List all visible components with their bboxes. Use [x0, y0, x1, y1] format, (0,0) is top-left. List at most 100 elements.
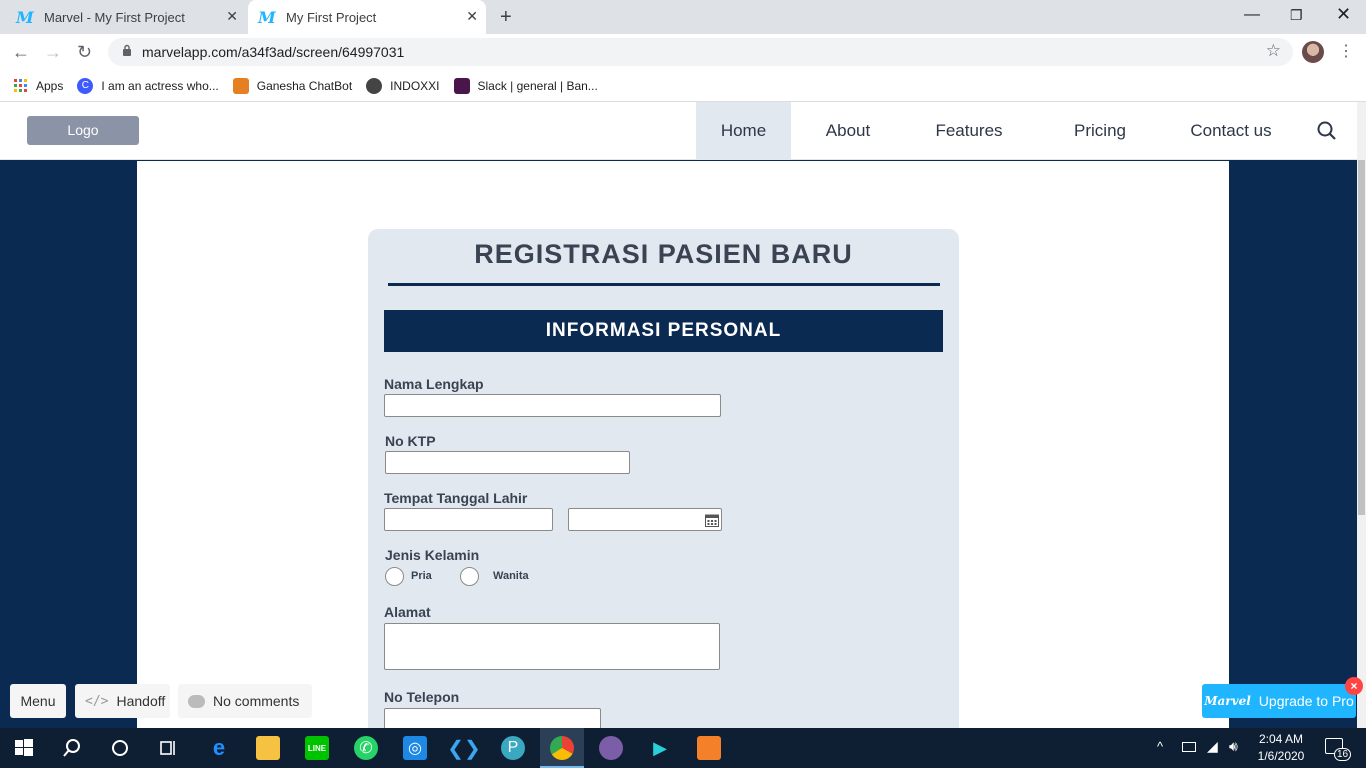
- profile-avatar[interactable]: [1302, 41, 1324, 63]
- instagram-icon[interactable]: ◎: [403, 736, 427, 760]
- tempat-lahir-input[interactable]: [384, 508, 553, 531]
- upgrade-to-pro-button[interactable]: Marvel Upgrade to Pro: [1202, 684, 1356, 718]
- windows-taskbar: e LINE ✆ ◎ ❮❯ P ▶ ^ ◢ 🔊︎ 2:04 AM 1/6/202…: [0, 728, 1366, 768]
- label-nama-lengkap: Nama Lengkap: [384, 376, 484, 392]
- clock[interactable]: 2:04 AM 1/6/2020: [1255, 731, 1307, 765]
- bookmark-indoxxi[interactable]: INDOXXI: [366, 77, 440, 94]
- label-alamat: Alamat: [384, 604, 431, 620]
- tab-title: My First Project: [286, 9, 377, 25]
- omnibox[interactable]: marvelapp.com/a34f3ad/screen/64997031 ☆: [108, 38, 1293, 66]
- bookmark-slack[interactable]: Slack | general | Ban...: [453, 77, 598, 94]
- alamat-textarea[interactable]: [384, 623, 720, 670]
- tab-title: Marvel - My First Project: [44, 9, 185, 25]
- page-scrollbar[interactable]: [1357, 102, 1366, 728]
- xampp-icon[interactable]: [697, 736, 721, 760]
- registration-form: REGISTRASI PASIEN BARU INFORMASI PERSONA…: [368, 229, 959, 728]
- restore-icon[interactable]: ❐: [1290, 7, 1303, 24]
- notification-count: 16: [1334, 748, 1352, 761]
- app-cat-icon[interactable]: [599, 736, 623, 760]
- edge-icon[interactable]: e: [207, 735, 231, 760]
- file-explorer-icon[interactable]: [256, 736, 280, 760]
- handoff-button[interactable]: </> Handoff: [75, 684, 170, 718]
- bookmark-label: I am an actress who...: [101, 78, 219, 93]
- wifi-icon[interactable]: ◢: [1207, 738, 1218, 755]
- label-no-ktp: No KTP: [385, 433, 436, 449]
- task-view-icon[interactable]: [156, 736, 180, 760]
- bookmark-star-icon[interactable]: ☆: [1266, 41, 1281, 61]
- tab-my-first-project[interactable]: M My First Project ✕: [248, 0, 486, 34]
- app-p-icon[interactable]: P: [501, 736, 525, 760]
- handoff-label: Handoff: [116, 693, 166, 709]
- no-ktp-input[interactable]: [385, 451, 630, 474]
- c-icon: C: [77, 77, 94, 94]
- windows-start-icon[interactable]: [12, 736, 36, 760]
- bookmark-label: INDOXXI: [390, 78, 440, 93]
- marvel-favicon-icon: M: [258, 7, 276, 27]
- nav-contact-us[interactable]: Contact us: [1170, 102, 1292, 160]
- radio-pria-label: Pria: [411, 570, 432, 582]
- globe-icon: [366, 77, 383, 94]
- browser-tab-strip: M Marvel - My First Project ✕ M My First…: [0, 0, 1366, 34]
- nav-home[interactable]: Home: [696, 102, 791, 160]
- vscode-icon[interactable]: ❮❯: [447, 736, 481, 760]
- new-tab-icon[interactable]: +: [500, 6, 512, 29]
- search-icon[interactable]: [60, 736, 84, 760]
- clock-date: 1/6/2020: [1257, 749, 1305, 763]
- battery-icon[interactable]: [1182, 742, 1196, 752]
- bookmark-ganesha[interactable]: Ganesha ChatBot: [232, 77, 352, 94]
- nama-lengkap-input[interactable]: [384, 394, 721, 417]
- bookmark-apps[interactable]: Apps: [14, 78, 64, 93]
- calendar-icon[interactable]: [705, 513, 719, 527]
- bookmark-label: Apps: [36, 78, 64, 93]
- cortana-icon[interactable]: [108, 736, 132, 760]
- label-tempat-tanggal-lahir: Tempat Tanggal Lahir: [384, 490, 528, 506]
- code-icon: </>: [85, 693, 109, 709]
- radio-pria[interactable]: [385, 567, 404, 586]
- chrome-icon[interactable]: [550, 736, 574, 760]
- nav-pricing[interactable]: Pricing: [1050, 102, 1150, 160]
- radio-wanita-label: Wanita: [493, 570, 529, 582]
- comments-label: No comments: [213, 693, 300, 709]
- apps-grid-icon: [14, 78, 27, 92]
- reload-icon[interactable]: ↻: [77, 42, 92, 63]
- back-icon[interactable]: ←: [12, 42, 30, 63]
- bookmarks-bar: Apps C I am an actress who... Ganesha Ch…: [0, 70, 1366, 102]
- browser-menu-icon[interactable]: ⋮: [1338, 41, 1354, 61]
- site-logo[interactable]: Logo: [27, 116, 139, 145]
- bookmark-actress[interactable]: C I am an actress who...: [77, 77, 219, 94]
- close-window-icon[interactable]: ✕: [1336, 4, 1351, 25]
- close-tab-icon[interactable]: ✕: [466, 8, 478, 25]
- app-arrow-icon[interactable]: ▶: [648, 736, 672, 760]
- radio-wanita[interactable]: [460, 567, 479, 586]
- no-telepon-input[interactable]: [384, 708, 601, 728]
- show-hidden-icons[interactable]: ^: [1157, 739, 1163, 754]
- nav-about[interactable]: About: [800, 102, 896, 160]
- address-bar-row: ← → ↻ marvelapp.com/a34f3ad/screen/64997…: [0, 34, 1366, 70]
- comments-button[interactable]: No comments: [178, 684, 312, 718]
- menu-button[interactable]: Menu: [10, 684, 66, 718]
- chatbot-icon: [232, 77, 249, 94]
- label-jenis-kelamin: Jenis Kelamin: [385, 547, 480, 563]
- form-title: REGISTRASI PASIEN BARU: [474, 239, 853, 269]
- forward-icon[interactable]: →: [44, 42, 62, 63]
- site-navbar: Logo Home About Features Pricing Contact…: [0, 102, 1357, 160]
- scrollbar-thumb[interactable]: [1358, 160, 1365, 515]
- search-icon[interactable]: [1316, 120, 1338, 142]
- tanggal-lahir-input[interactable]: [568, 508, 722, 531]
- clock-time: 2:04 AM: [1258, 732, 1304, 746]
- marvel-favicon-icon: M: [16, 7, 34, 27]
- url-text: marvelapp.com/a34f3ad/screen/64997031: [142, 44, 405, 60]
- menu-label: Menu: [20, 693, 56, 709]
- close-tab-icon[interactable]: ✕: [226, 8, 238, 25]
- label-no-telepon: No Telepon: [384, 689, 460, 705]
- whatsapp-icon[interactable]: ✆: [354, 736, 378, 760]
- nav-features[interactable]: Features: [916, 102, 1022, 160]
- page-viewport: Logo Home About Features Pricing Contact…: [0, 102, 1357, 728]
- line-icon[interactable]: LINE: [305, 736, 329, 760]
- slack-icon: [453, 77, 470, 94]
- volume-icon[interactable]: 🔊︎: [1229, 738, 1238, 755]
- minimize-icon[interactable]: —: [1244, 6, 1260, 24]
- tab-marvel-project[interactable]: M Marvel - My First Project ✕: [16, 0, 246, 34]
- bookmark-label: Slack | general | Ban...: [477, 78, 598, 93]
- dismiss-upgrade-icon[interactable]: ×: [1345, 677, 1363, 695]
